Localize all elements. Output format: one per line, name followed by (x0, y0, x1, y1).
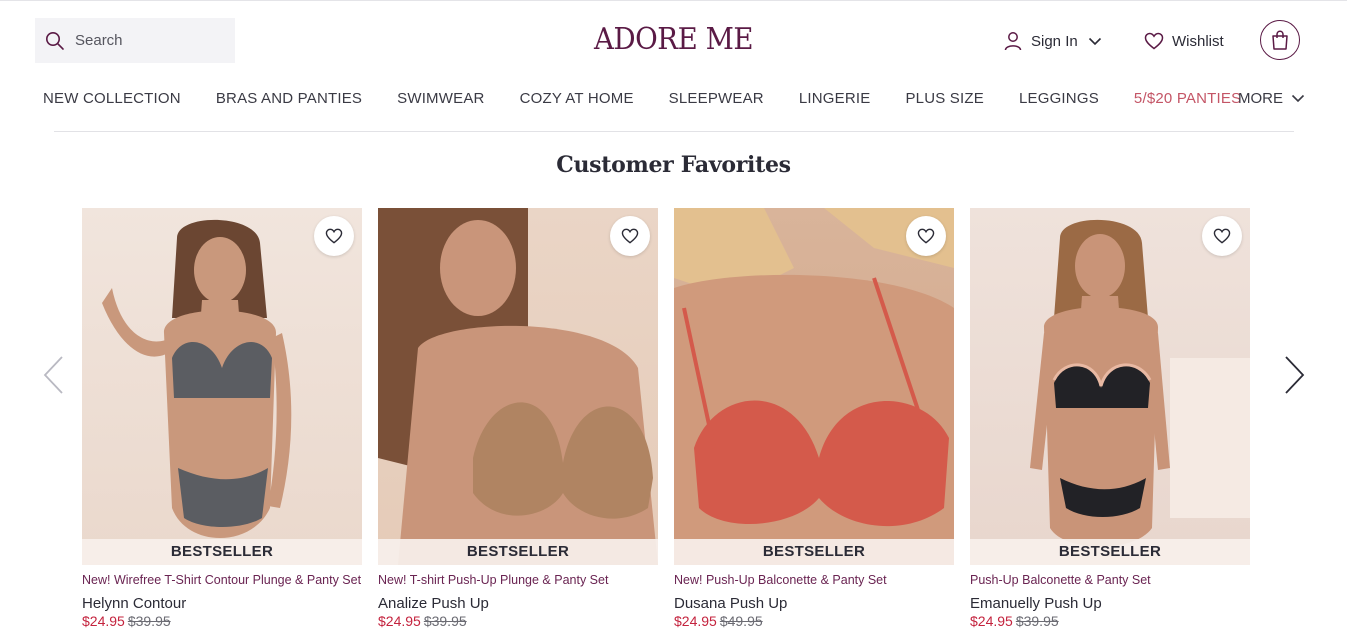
nav-item-new-collection[interactable]: NEW COLLECTION (43, 90, 181, 107)
bestseller-badge: BESTSELLER (82, 539, 362, 565)
product-card[interactable]: BESTSELLER New! T-shirt Push-Up Plunge &… (378, 208, 658, 629)
bestseller-badge: BESTSELLER (674, 539, 954, 565)
original-price: $49.95 (719, 613, 763, 629)
search-placeholder: Search (75, 32, 123, 49)
sale-price: $24.95 (970, 613, 1013, 629)
nav-item-sleepwear[interactable]: SLEEPWEAR (669, 90, 764, 107)
nav-more-label: MORE (1238, 89, 1283, 107)
carousel-next-arrow-icon[interactable] (1282, 355, 1306, 395)
heart-icon (1213, 228, 1231, 244)
wishlist-heart-button[interactable] (1202, 216, 1242, 256)
chevron-down-icon (1291, 94, 1305, 103)
product-name[interactable]: Analize Push Up (378, 595, 658, 612)
sign-in-label: Sign In (1031, 32, 1078, 50)
product-price: $24.95 $49.95 (674, 613, 954, 629)
product-card[interactable]: BESTSELLER Push-Up Balconette & Panty Se… (970, 208, 1250, 629)
heart-icon (621, 228, 639, 244)
heart-icon (325, 228, 343, 244)
product-image[interactable]: BESTSELLER (378, 208, 658, 565)
nav-item-swimwear[interactable]: SWIMWEAR (397, 90, 484, 107)
sign-in-button[interactable]: Sign In (1004, 28, 1102, 54)
model-photo (674, 208, 954, 565)
heart-icon (917, 228, 935, 244)
main-nav: NEW COLLECTION BRAS AND PANTIES SWIMWEAR… (43, 86, 1276, 110)
nav-item-leggings[interactable]: LEGGINGS (1019, 90, 1099, 107)
chevron-down-icon (1088, 37, 1101, 46)
product-name[interactable]: Helynn Contour (82, 595, 362, 612)
user-icon (1004, 32, 1022, 51)
top-border (0, 0, 1347, 1)
bestseller-badge: BESTSELLER (378, 539, 658, 565)
carousel-prev-arrow-icon[interactable] (42, 355, 66, 395)
nav-more-button[interactable]: MORE (1238, 86, 1305, 110)
sale-price: $24.95 (378, 613, 421, 629)
product-subtitle[interactable]: New! Wirefree T-Shirt Contour Plunge & P… (82, 573, 362, 587)
original-price: $39.95 (127, 613, 171, 629)
product-card[interactable]: BESTSELLER New! Wirefree T-Shirt Contour… (82, 208, 362, 629)
search-icon (46, 31, 64, 50)
model-photo (378, 208, 658, 565)
wishlist-heart-button[interactable] (314, 216, 354, 256)
model-photo (1030, 219, 1250, 547)
search-input[interactable]: Search (35, 18, 235, 63)
nav-item-plus-size[interactable]: PLUS SIZE (905, 90, 984, 107)
product-image[interactable]: BESTSELLER (82, 208, 362, 565)
wishlist-heart-button[interactable] (906, 216, 946, 256)
nav-item-lingerie[interactable]: LINGERIE (799, 90, 871, 107)
product-subtitle[interactable]: New! Push-Up Balconette & Panty Set (674, 573, 954, 587)
product-card[interactable]: BESTSELLER New! Push-Up Balconette & Pan… (674, 208, 954, 629)
shopping-bag-icon (1272, 30, 1288, 50)
original-price: $39.95 (423, 613, 467, 629)
bestseller-badge: BESTSELLER (970, 539, 1250, 565)
model-photo (102, 219, 292, 538)
product-price: $24.95 $39.95 (378, 613, 658, 629)
heart-icon (1144, 32, 1164, 50)
sale-price: $24.95 (674, 613, 717, 629)
product-image[interactable]: BESTSELLER (970, 208, 1250, 565)
product-subtitle[interactable]: New! T-shirt Push-Up Plunge & Panty Set (378, 573, 658, 587)
sale-price: $24.95 (82, 613, 125, 629)
product-name[interactable]: Dusana Push Up (674, 595, 954, 612)
nav-item-panties-deal[interactable]: 5/$20 PANTIES (1134, 90, 1241, 107)
nav-item-cozy-at-home[interactable]: COZY AT HOME (520, 90, 634, 107)
wishlist-heart-button[interactable] (610, 216, 650, 256)
divider (54, 131, 1294, 132)
product-price: $24.95 $39.95 (82, 613, 362, 629)
section-title: Customer Favorites (556, 152, 791, 178)
nav-item-bras-and-panties[interactable]: BRAS AND PANTIES (216, 90, 362, 107)
product-name[interactable]: Emanuelly Push Up (970, 595, 1250, 612)
product-subtitle[interactable]: Push-Up Balconette & Panty Set (970, 573, 1250, 587)
product-price: $24.95 $39.95 (970, 613, 1250, 629)
shopping-bag-button[interactable] (1260, 20, 1300, 60)
original-price: $39.95 (1015, 613, 1059, 629)
brand-logo[interactable]: ADORE ME (594, 20, 754, 60)
wishlist-button[interactable]: Wishlist (1144, 28, 1224, 54)
product-image[interactable]: BESTSELLER (674, 208, 954, 565)
wishlist-label: Wishlist (1172, 32, 1224, 50)
